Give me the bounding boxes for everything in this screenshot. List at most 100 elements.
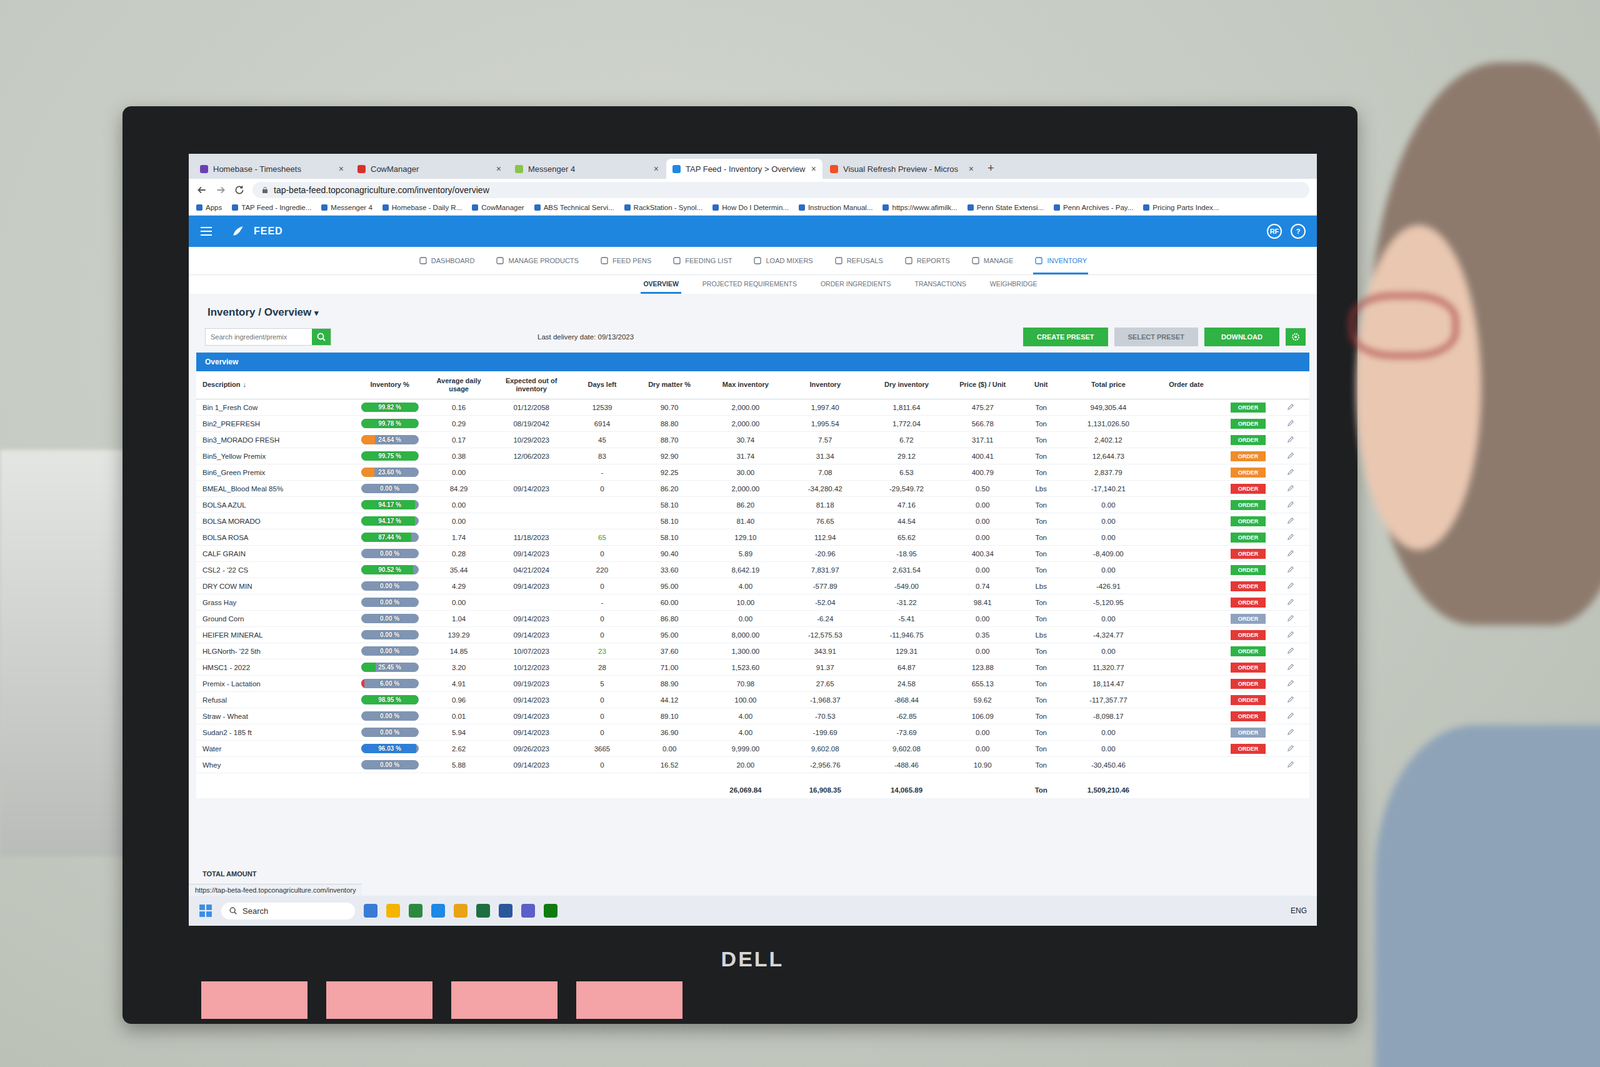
back-icon[interactable] <box>196 184 208 196</box>
table-row[interactable]: BOLSA ROSA87.44 %1.7411/18/20236558.1012… <box>196 529 1310 546</box>
taskbar-app-icon[interactable] <box>521 903 535 918</box>
table-row[interactable]: Bin5_Yellow Premix99.75 %0.3812/06/20238… <box>196 448 1310 465</box>
order-button[interactable]: ORDER <box>1230 435 1266 445</box>
table-row[interactable]: DRY COW MIN0.00 %4.2909/14/2023095.004.0… <box>196 578 1310 595</box>
pencil-icon[interactable] <box>1286 483 1295 492</box>
column-header[interactable]: Max inventory <box>708 380 784 389</box>
taskbar-app-icon[interactable] <box>408 903 423 918</box>
bookmark[interactable]: RackStation - Synol... <box>624 203 704 212</box>
nav-item[interactable]: MANAGE PRODUCTS <box>494 246 580 275</box>
sub-tab[interactable]: OVERVIEW <box>640 275 681 294</box>
column-header[interactable]: Dry inventory <box>867 380 945 389</box>
nav-item[interactable]: REFUSALS <box>833 246 885 275</box>
page-title[interactable]: Inventory / Overview ▾ <box>196 302 1310 325</box>
column-header[interactable]: Price ($) / Unit <box>949 380 1017 389</box>
toolbar-button[interactable]: SELECT PRESET <box>1114 327 1199 347</box>
table-row[interactable]: Sudan2 - 185 ft0.00 %5.9409/14/2023036.9… <box>196 724 1310 741</box>
taskbar-search[interactable]: Search <box>221 902 355 920</box>
column-header[interactable]: Description↓ <box>202 380 351 389</box>
order-button[interactable]: ORDER <box>1230 483 1266 494</box>
menu-icon[interactable] <box>200 226 213 237</box>
nav-item[interactable]: INVENTORY <box>1033 246 1089 275</box>
sub-tab[interactable]: WEIGHBRIDGE <box>987 275 1040 294</box>
column-header[interactable]: Order date <box>1154 380 1219 389</box>
forward-icon[interactable] <box>215 184 227 196</box>
search-button[interactable] <box>311 328 331 345</box>
table-row[interactable]: BOLSA AZUL94.17 %0.0058.1086.2081.1847.1… <box>196 496 1310 514</box>
table-row[interactable]: HLGNorth- '22 5th0.00 %14.8510/07/202323… <box>196 643 1310 660</box>
pencil-icon[interactable] <box>1286 597 1295 606</box>
table-row[interactable]: HEIFER MINERAL0.00 %139.2909/14/2023095.… <box>196 626 1310 644</box>
order-button[interactable]: ORDER <box>1230 500 1266 510</box>
table-row[interactable]: Bin2_PREFRESH99.78 %0.2908/19/2042691488… <box>196 415 1310 432</box>
pencil-icon[interactable] <box>1286 418 1295 427</box>
order-button[interactable]: ORDER <box>1230 630 1266 640</box>
order-button[interactable]: ORDER <box>1230 516 1266 527</box>
sub-tab[interactable]: PROJECTED REQUIREMENTS <box>700 275 800 294</box>
table-row[interactable]: Grass Hay0.00 %0.00-60.0010.00-52.04-31.… <box>196 594 1310 611</box>
bookmark[interactable]: ABS Technical Servi... <box>534 203 615 212</box>
bookmark[interactable]: Penn State Extensi... <box>967 203 1044 212</box>
windows-logo-icon[interactable] <box>198 903 213 918</box>
reload-icon[interactable] <box>233 184 245 196</box>
bookmark[interactable]: TAP Feed - Ingredie... <box>231 203 312 212</box>
pencil-icon[interactable] <box>1286 435 1295 444</box>
taskbar-app-icon[interactable] <box>498 903 513 918</box>
bookmark[interactable]: https://www.afimilk... <box>882 203 957 212</box>
table-row[interactable]: CSL2 - '22 CS90.52 %35.4404/21/202422033… <box>196 561 1310 579</box>
new-tab-button[interactable]: + <box>981 158 1001 179</box>
toolbar-button[interactable]: DOWNLOAD <box>1204 327 1280 347</box>
nav-item[interactable]: DASHBOARD <box>417 246 477 275</box>
close-tab-button[interactable]: × <box>968 163 974 174</box>
bookmark[interactable]: Pricing Parts Index... <box>1143 203 1219 212</box>
taskbar-app-icon[interactable] <box>363 903 378 918</box>
pencil-icon[interactable] <box>1286 565 1295 574</box>
column-header[interactable]: Total price <box>1066 380 1152 389</box>
search-input[interactable] <box>205 328 312 345</box>
close-tab-button[interactable]: × <box>811 163 817 174</box>
column-header[interactable]: Inventory <box>786 380 864 389</box>
order-button[interactable]: ORDER <box>1230 678 1266 689</box>
pencil-icon[interactable] <box>1286 743 1295 752</box>
pencil-icon[interactable] <box>1286 532 1295 541</box>
column-header[interactable]: Inventory % <box>354 380 425 389</box>
close-tab-button[interactable]: × <box>338 163 344 174</box>
pencil-icon[interactable] <box>1286 678 1295 687</box>
bookmark[interactable]: Homebase - Daily R... <box>382 203 462 212</box>
nav-item[interactable]: FEED PENS <box>598 246 653 275</box>
taskbar-app-icon[interactable] <box>476 903 490 918</box>
table-row[interactable]: Bin3_MORADO FRESH24.64 %0.1710/29/202345… <box>196 431 1310 449</box>
column-header[interactable]: Unit <box>1020 380 1063 389</box>
toolbar-button[interactable]: CREATE PRESET <box>1023 327 1108 347</box>
order-button[interactable]: ORDER <box>1230 711 1266 722</box>
close-tab-button[interactable]: × <box>496 163 502 174</box>
close-tab-button[interactable]: × <box>653 163 659 174</box>
order-button[interactable]: ORDER <box>1230 646 1266 657</box>
table-row[interactable]: CALF GRAIN0.00 %0.2809/14/2023090.405.89… <box>196 545 1310 562</box>
browser-tab[interactable]: Visual Refresh Preview - Micros× <box>823 158 980 179</box>
pencil-icon[interactable] <box>1286 581 1295 590</box>
browser-tab[interactable]: CowManager× <box>351 158 508 179</box>
pencil-icon[interactable] <box>1286 548 1295 557</box>
taskbar-app-icon[interactable] <box>543 903 558 918</box>
order-button[interactable]: ORDER <box>1230 662 1266 673</box>
bookmark[interactable]: CowManager <box>471 203 524 212</box>
order-button[interactable]: ORDER <box>1230 548 1266 559</box>
table-row[interactable]: Whey0.00 %5.8809/14/2023016.5220.00-2,95… <box>196 756 1310 774</box>
sub-tab[interactable]: TRANSACTIONS <box>912 275 969 294</box>
pencil-icon[interactable] <box>1286 695 1295 704</box>
pencil-icon[interactable] <box>1286 711 1295 720</box>
pencil-icon[interactable] <box>1286 516 1295 525</box>
nav-item[interactable]: REPORTS <box>903 246 952 275</box>
pencil-icon[interactable] <box>1286 500 1295 509</box>
order-button[interactable]: ORDER <box>1230 727 1266 738</box>
browser-tab[interactable]: Homebase - Timesheets× <box>193 158 350 179</box>
table-row[interactable]: Premix - Lactation6.00 %4.9109/19/202358… <box>196 675 1310 692</box>
order-button[interactable]: ORDER <box>1230 467 1266 478</box>
pencil-icon[interactable] <box>1286 662 1295 671</box>
browser-tab[interactable]: TAP Feed - Inventory > Overview× <box>666 158 823 179</box>
pencil-icon[interactable] <box>1286 451 1295 460</box>
order-button[interactable]: ORDER <box>1230 695 1266 705</box>
table-row[interactable]: HMSC1 - 202225.45 %3.2010/12/20232871.00… <box>196 659 1310 676</box>
pencil-icon[interactable] <box>1286 646 1295 655</box>
